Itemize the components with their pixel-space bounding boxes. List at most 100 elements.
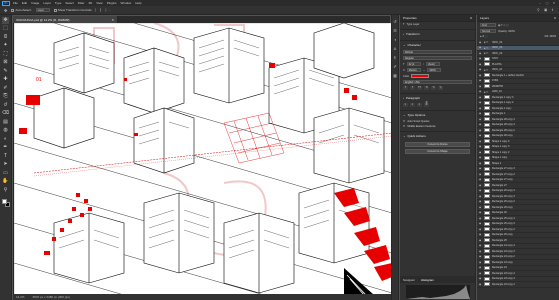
align-right-text-icon[interactable]: ≡ [417, 103, 422, 107]
quick-actions-section-header[interactable]: ⌄ Quick Actions [400, 131, 475, 140]
menu-item-select[interactable]: Select [65, 1, 73, 5]
visibility-eye-icon[interactable]: ◉ [479, 107, 482, 110]
type-icon[interactable]: T [2, 153, 9, 160]
kerning-field[interactable]: Metrics [406, 68, 421, 72]
visibility-eye-icon[interactable]: ◉ [479, 85, 482, 88]
align-right-icon[interactable]: ▕ [104, 8, 106, 12]
visibility-eye-icon[interactable]: ◉ [479, 151, 482, 154]
menu-item-help[interactable]: Help [135, 1, 141, 5]
align-center-text-icon[interactable]: ≡ [410, 103, 415, 107]
leading-field[interactable]: (Auto) [425, 62, 440, 66]
shape-icon[interactable]: ▭ [2, 170, 9, 177]
visibility-eye-icon[interactable]: ◉ [479, 195, 482, 198]
tab-histogram[interactable]: Histogram [421, 278, 434, 282]
checkbox-icon[interactable]: ☐ [403, 125, 405, 128]
gradient-icon[interactable]: ▤ [2, 119, 9, 126]
visibility-eye-icon[interactable]: ◉ [479, 184, 482, 187]
language-dropdown[interactable]: English: USA [403, 80, 472, 84]
visibility-eye-icon[interactable]: ◉ [479, 239, 482, 242]
paragraph-section-header[interactable]: › Paragraph [400, 93, 475, 102]
transform-section-header[interactable]: › Transform [400, 29, 475, 38]
auto-select-option[interactable]: Auto-Select: [11, 8, 32, 12]
healing-icon[interactable]: ✚ [2, 76, 9, 83]
visibility-eye-icon[interactable]: ◉ [479, 178, 482, 181]
text-color-swatch[interactable] [411, 74, 430, 78]
visibility-eye-icon[interactable]: ◉ [479, 41, 482, 44]
tracking-field[interactable]: 100% [427, 68, 442, 72]
document-canvas[interactable]: 01 [13, 23, 391, 295]
visibility-eye-icon[interactable]: ◉ [479, 63, 482, 66]
visibility-eye-icon[interactable]: ◉ [479, 52, 482, 55]
visibility-eye-icon[interactable]: ◉ [479, 101, 482, 104]
visibility-eye-icon[interactable]: ◉ [479, 90, 482, 93]
menu-item-plugins[interactable]: Plugins [107, 1, 117, 5]
visibility-eye-icon[interactable]: ◉ [479, 74, 482, 77]
path-select-icon[interactable]: ➤ [2, 161, 9, 168]
visibility-eye-icon[interactable]: ◉ [479, 217, 482, 220]
panel-menu-icon[interactable]: ≡ [554, 16, 556, 20]
workspace-icon[interactable]: ▣ [544, 8, 548, 12]
justify-text-icon[interactable]: ≣ [424, 103, 429, 107]
visibility-eye-icon[interactable]: ◉ [479, 129, 482, 132]
zoom-icon[interactable]: ⚲ [2, 187, 9, 194]
transform-controls-option[interactable]: Show Transform Controls [53, 8, 92, 12]
brush-icon[interactable]: ✐ [2, 85, 9, 92]
menu-item-layer[interactable]: Layer [43, 1, 51, 5]
small-caps-icon[interactable]: Tt [424, 86, 429, 90]
visibility-eye-icon[interactable]: ◉ [479, 79, 482, 82]
visibility-eye-icon[interactable]: ◉ [479, 206, 482, 209]
align-left-icon[interactable]: ▏ [96, 8, 98, 12]
menu-item-window[interactable]: Window [121, 1, 132, 5]
visibility-eye-icon[interactable]: ◉ [479, 228, 482, 231]
stamp-icon[interactable]: ⎘ [2, 93, 9, 100]
document-tab[interactable]: ISOCRUNJA.psd @ 14.2% (R, RGB/8#) ✕ [13, 16, 118, 23]
visibility-eye-icon[interactable]: ◉ [479, 250, 482, 253]
swatches-icon[interactable]: ▦ [393, 73, 398, 78]
color-swatches[interactable] [1, 198, 11, 208]
visibility-eye-icon[interactable]: ◉ [479, 57, 482, 60]
zoom-level[interactable]: 14.2% [16, 295, 25, 299]
character-icon[interactable]: A [393, 46, 398, 51]
visibility-eye-icon[interactable]: ◉ [479, 266, 482, 269]
visibility-eye-icon[interactable]: ◉ [479, 283, 482, 286]
visibility-eye-icon[interactable]: ◉ [479, 134, 482, 137]
menu-item-edit[interactable]: Edit [22, 1, 27, 5]
adjustments-icon[interactable]: ◑ [393, 37, 398, 42]
close-tab-icon[interactable]: ✕ [111, 18, 114, 22]
menu-item-type[interactable]: Type [55, 1, 62, 5]
type-options-section-header[interactable]: ⌄ Type Options [400, 110, 475, 119]
move-icon[interactable]: ✥ [2, 16, 9, 24]
font-style-dropdown[interactable]: Regular [403, 56, 472, 60]
visibility-eye-icon[interactable]: ◉ [479, 167, 482, 170]
all-caps-icon[interactable]: TT [417, 86, 422, 90]
marquee-icon[interactable]: ⬚ [2, 25, 9, 32]
visibility-eye-icon[interactable]: ◉ [479, 145, 482, 148]
share-icon[interactable]: ⇪ [551, 8, 555, 12]
superscript-icon[interactable]: T¹ [431, 86, 436, 90]
minimize-icon[interactable]: – [538, 1, 542, 5]
foreground-color-swatch[interactable] [1, 198, 7, 204]
brushes-icon[interactable]: ✐ [393, 64, 398, 69]
blend-mode-dropdown[interactable]: Normal [480, 29, 496, 33]
italic-icon[interactable]: T [410, 86, 415, 90]
visibility-eye-icon[interactable]: ◉ [479, 200, 482, 203]
visibility-eye-icon[interactable]: ◉ [479, 211, 482, 214]
menu-item-view[interactable]: View [96, 1, 102, 5]
history-brush-icon[interactable]: ↺ [2, 102, 9, 109]
lock-icon[interactable]: 🔒︎ ✥ ⬚ [480, 35, 487, 38]
visibility-eye-icon[interactable]: ◉ [479, 222, 482, 225]
visibility-eye-icon[interactable]: ◉ [479, 118, 482, 121]
character-section-header[interactable]: ⌄ Character [400, 40, 475, 49]
font-size-field[interactable]: 42 pt [406, 62, 421, 66]
align-left-text-icon[interactable]: ≡ [403, 103, 408, 107]
menu-item-file[interactable]: File [13, 1, 18, 5]
tab-navigator[interactable]: Navigator [403, 278, 415, 282]
visibility-eye-icon[interactable]: ◉ [479, 162, 482, 165]
menu-item-3d[interactable]: 3D [88, 1, 92, 5]
transform-controls-checkbox[interactable] [53, 8, 57, 12]
crop-icon[interactable]: ⛶ [2, 51, 9, 58]
visibility-eye-icon[interactable]: ◉ [479, 244, 482, 247]
maximize-icon[interactable]: ▢ [545, 1, 549, 5]
search-icon[interactable]: ⚲ [537, 8, 541, 12]
visibility-eye-icon[interactable]: ◉ [479, 173, 482, 176]
